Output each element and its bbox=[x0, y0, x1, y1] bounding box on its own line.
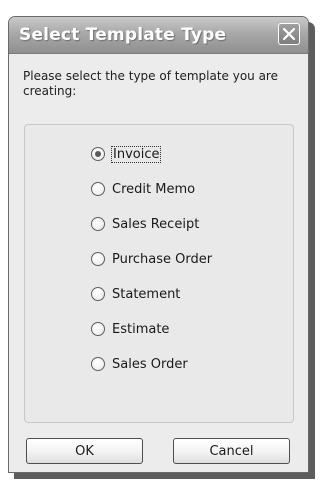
radio-option-sales-order[interactable]: Sales Order bbox=[91, 354, 188, 374]
radio-label: Estimate bbox=[112, 321, 170, 337]
dialog-title: Select Template Type bbox=[19, 25, 227, 45]
instruction-text: Please select the type of template you a… bbox=[23, 69, 278, 98]
ok-button[interactable]: OK bbox=[26, 438, 143, 464]
radio-label: Credit Memo bbox=[112, 181, 196, 197]
template-type-group: Invoice Credit Memo Sales Receipt Purcha… bbox=[24, 124, 294, 423]
radio-button[interactable] bbox=[91, 357, 105, 371]
radio-option-invoice[interactable]: Invoice bbox=[91, 144, 162, 164]
radio-option-credit-memo[interactable]: Credit Memo bbox=[91, 179, 195, 199]
close-icon bbox=[282, 27, 296, 41]
radio-option-purchase-order[interactable]: Purchase Order bbox=[91, 249, 212, 269]
radio-label: Sales Receipt bbox=[112, 216, 200, 232]
cancel-button[interactable]: Cancel bbox=[173, 438, 290, 464]
radio-button[interactable] bbox=[91, 147, 105, 161]
radio-label: Statement bbox=[112, 286, 181, 302]
radio-button[interactable] bbox=[91, 287, 105, 301]
radio-label: Purchase Order bbox=[112, 251, 213, 267]
select-template-type-dialog: Select Template Type Please select the t… bbox=[8, 16, 309, 473]
radio-button[interactable] bbox=[91, 182, 105, 196]
radio-label: Invoice bbox=[111, 145, 162, 163]
radio-button[interactable] bbox=[91, 322, 105, 336]
radio-button[interactable] bbox=[91, 217, 105, 231]
radio-button[interactable] bbox=[91, 252, 105, 266]
radio-label: Sales Order bbox=[112, 356, 188, 372]
title-bar[interactable]: Select Template Type bbox=[9, 17, 308, 54]
radio-option-estimate[interactable]: Estimate bbox=[91, 319, 169, 339]
close-button[interactable] bbox=[278, 23, 300, 45]
radio-option-sales-receipt[interactable]: Sales Receipt bbox=[91, 214, 199, 234]
radio-option-statement[interactable]: Statement bbox=[91, 284, 180, 304]
